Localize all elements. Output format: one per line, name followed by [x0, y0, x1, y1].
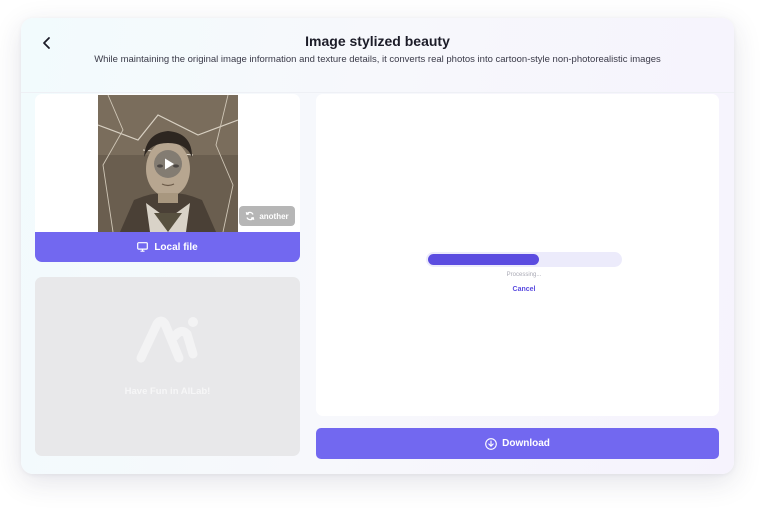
page-title: Image stylized beauty	[305, 33, 450, 49]
download-label: Download	[502, 438, 550, 449]
cancel-button[interactable]: Cancel	[496, 286, 552, 293]
another-button[interactable]: another	[239, 206, 295, 226]
ailab-logo-icon	[136, 316, 198, 363]
refresh-icon	[245, 211, 255, 221]
page-header: Image stylized beauty While maintaining …	[21, 18, 734, 93]
app-window: Image stylized beauty While maintaining …	[21, 18, 734, 474]
source-photo	[98, 95, 238, 232]
download-icon	[485, 437, 497, 450]
play-button[interactable]	[154, 150, 182, 178]
local-file-button[interactable]: Local file	[35, 232, 300, 262]
progress-fill	[428, 254, 539, 265]
page-subtitle: While maintaining the original image inf…	[94, 54, 661, 65]
play-icon	[165, 158, 174, 170]
monitor-icon	[137, 242, 149, 252]
placeholder-panel: Have Fun in AILab!	[35, 277, 300, 456]
progress-bar	[426, 252, 622, 267]
processing-status: Processing...	[506, 272, 542, 278]
placeholder-text: Have Fun in AILab!	[124, 386, 211, 397]
local-file-label: Local file	[154, 241, 198, 253]
another-label: another	[259, 211, 289, 221]
upload-panel: another Local file	[35, 94, 300, 262]
download-button[interactable]: Download	[316, 428, 719, 459]
result-panel: Processing... Cancel	[316, 94, 719, 416]
